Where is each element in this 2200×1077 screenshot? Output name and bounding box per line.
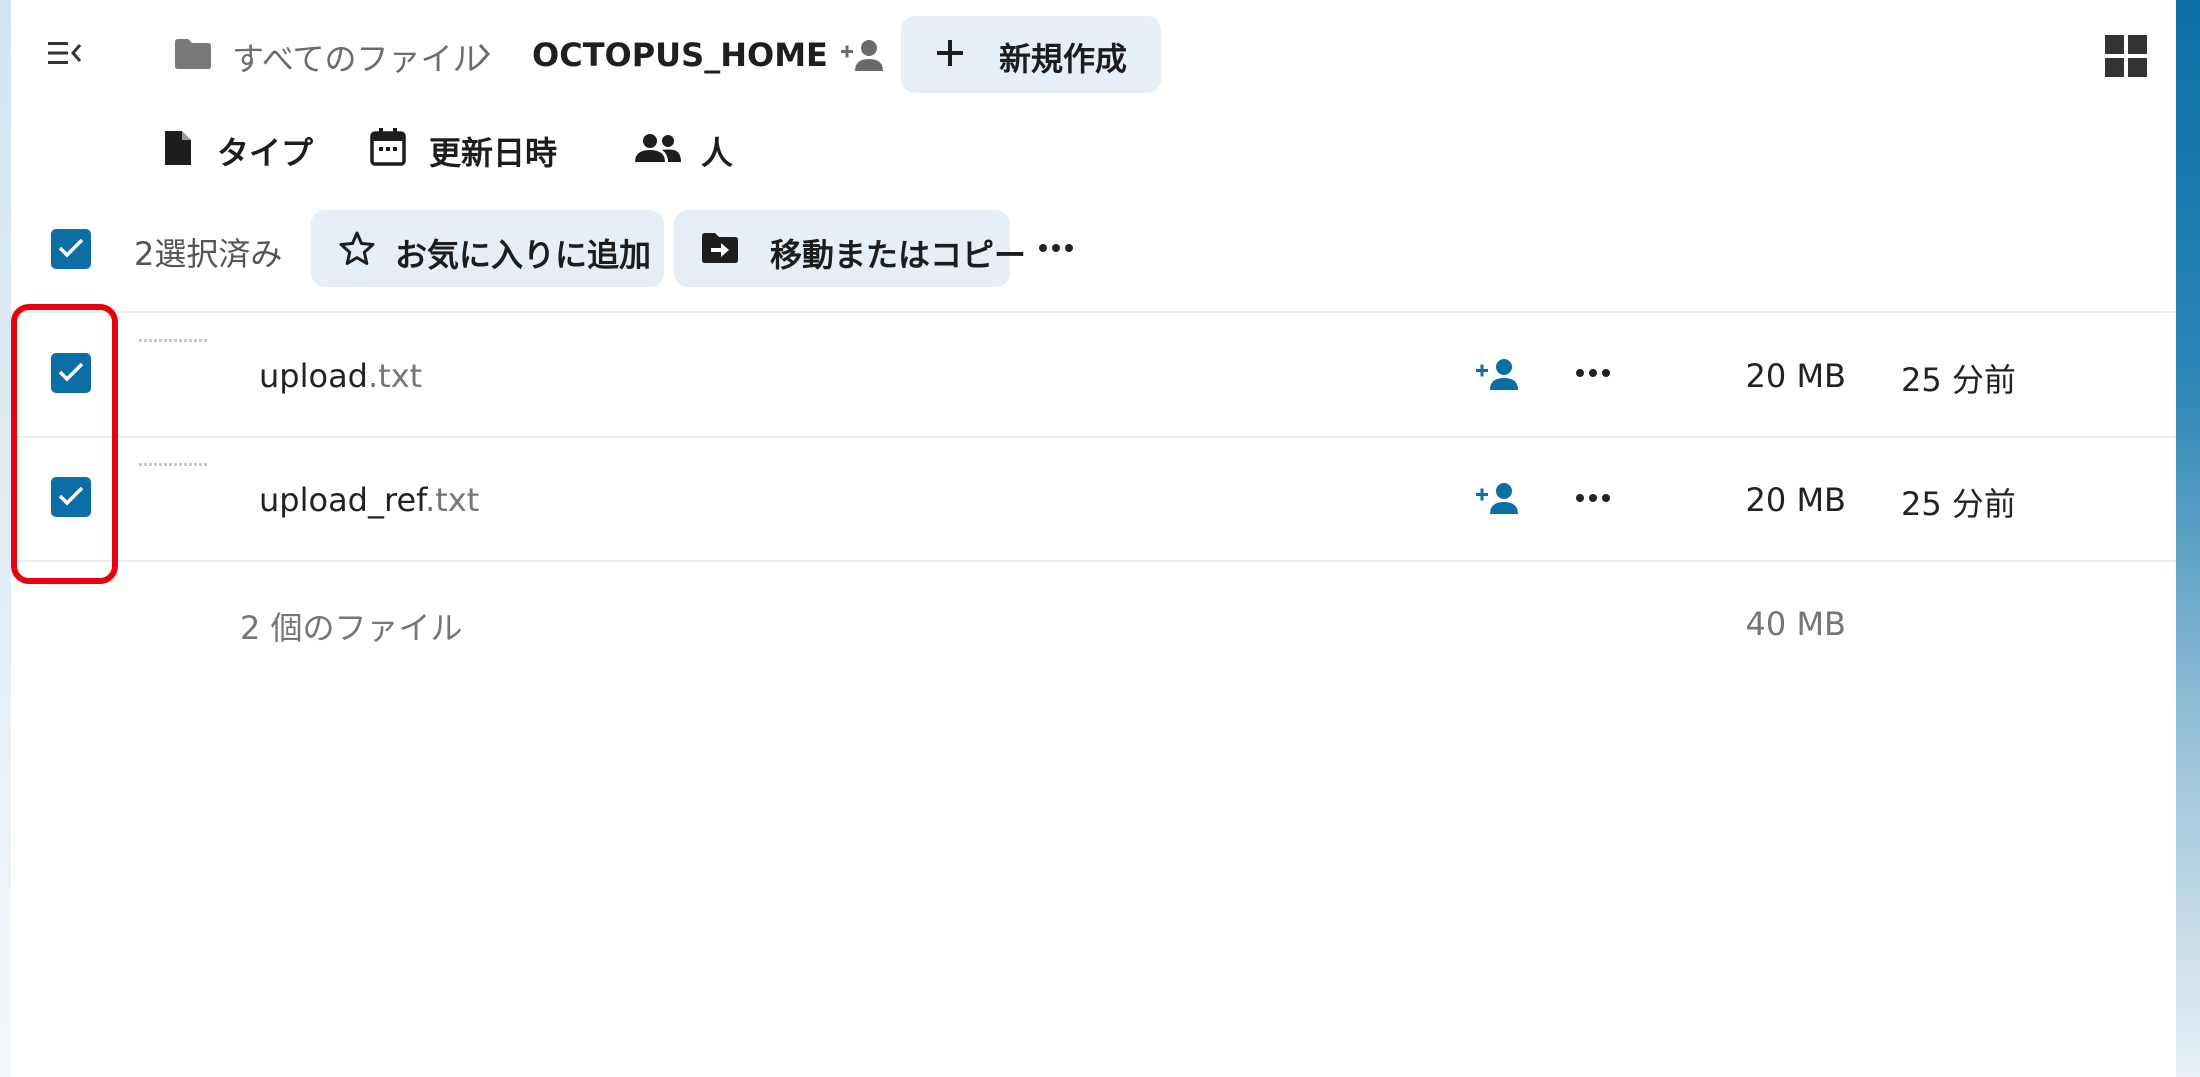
people-icon bbox=[635, 134, 681, 162]
more-actions-icon[interactable] bbox=[1575, 493, 1611, 503]
file-size: 20 MB bbox=[1745, 481, 1846, 519]
file-thumbnail bbox=[139, 339, 209, 342]
folder-icon bbox=[175, 39, 211, 69]
chevron-right-icon bbox=[478, 44, 491, 64]
file-size: 20 MB bbox=[1745, 357, 1846, 395]
divider bbox=[11, 311, 2176, 313]
file-extension: .txt bbox=[367, 357, 423, 395]
files-app: すべてのファイル OCTOPUS_HOME 新規作成 タイプ 更新日時 人 2選… bbox=[11, 0, 2176, 1077]
move-copy-button[interactable]: 移動またはコピー bbox=[674, 210, 1026, 287]
new-button[interactable]: 新規作成 bbox=[901, 16, 1161, 93]
select-all-checkbox[interactable] bbox=[51, 229, 91, 269]
file-extension: .txt bbox=[425, 481, 480, 519]
more-actions-icon[interactable] bbox=[1575, 368, 1611, 378]
dots-horizontal-icon[interactable] bbox=[1038, 243, 1074, 253]
share-icon[interactable] bbox=[1474, 357, 1520, 391]
selected-count: 2選択済み bbox=[134, 235, 283, 273]
checkbox-highlight-annotation bbox=[11, 304, 118, 584]
account-plus-icon[interactable] bbox=[839, 38, 885, 72]
file-modified: 25 分前 bbox=[1901, 485, 2016, 523]
filter-type-label: タイプ bbox=[217, 134, 314, 172]
new-button-label: 新規作成 bbox=[999, 40, 1128, 78]
divider bbox=[11, 560, 2176, 562]
file-icon bbox=[165, 131, 191, 165]
total-size: 40 MB bbox=[1745, 605, 1846, 643]
calendar-icon bbox=[370, 128, 406, 166]
breadcrumb-root[interactable]: すべてのファイル bbox=[232, 34, 484, 80]
divider bbox=[11, 436, 2176, 438]
file-name[interactable]: upload_ref.txt bbox=[259, 481, 479, 519]
plus-icon bbox=[937, 40, 963, 66]
share-icon[interactable] bbox=[1474, 481, 1520, 515]
breadcrumb-current[interactable]: OCTOPUS_HOME bbox=[532, 36, 828, 74]
menu-collapse-icon[interactable] bbox=[48, 40, 84, 66]
move-copy-label: 移動またはコピー bbox=[770, 236, 1027, 274]
file-name[interactable]: upload.txt bbox=[259, 357, 422, 395]
file-modified: 25 分前 bbox=[1901, 361, 2016, 399]
folder-move-icon bbox=[702, 233, 738, 263]
right-scroll-edge bbox=[2176, 0, 2200, 1077]
filter-modified-label: 更新日時 bbox=[429, 134, 558, 172]
left-edge bbox=[0, 0, 11, 1077]
file-thumbnail bbox=[139, 463, 209, 466]
add-favorite-label: お気に入りに追加 bbox=[395, 236, 652, 274]
filter-people-label: 人 bbox=[701, 134, 734, 172]
grid-view-icon[interactable] bbox=[2105, 35, 2147, 77]
checkmark-icon bbox=[58, 238, 84, 258]
add-favorite-button[interactable]: お気に入りに追加 bbox=[311, 210, 664, 287]
file-count-summary: 2 個のファイル bbox=[240, 609, 463, 647]
star-outline-icon bbox=[339, 231, 375, 265]
